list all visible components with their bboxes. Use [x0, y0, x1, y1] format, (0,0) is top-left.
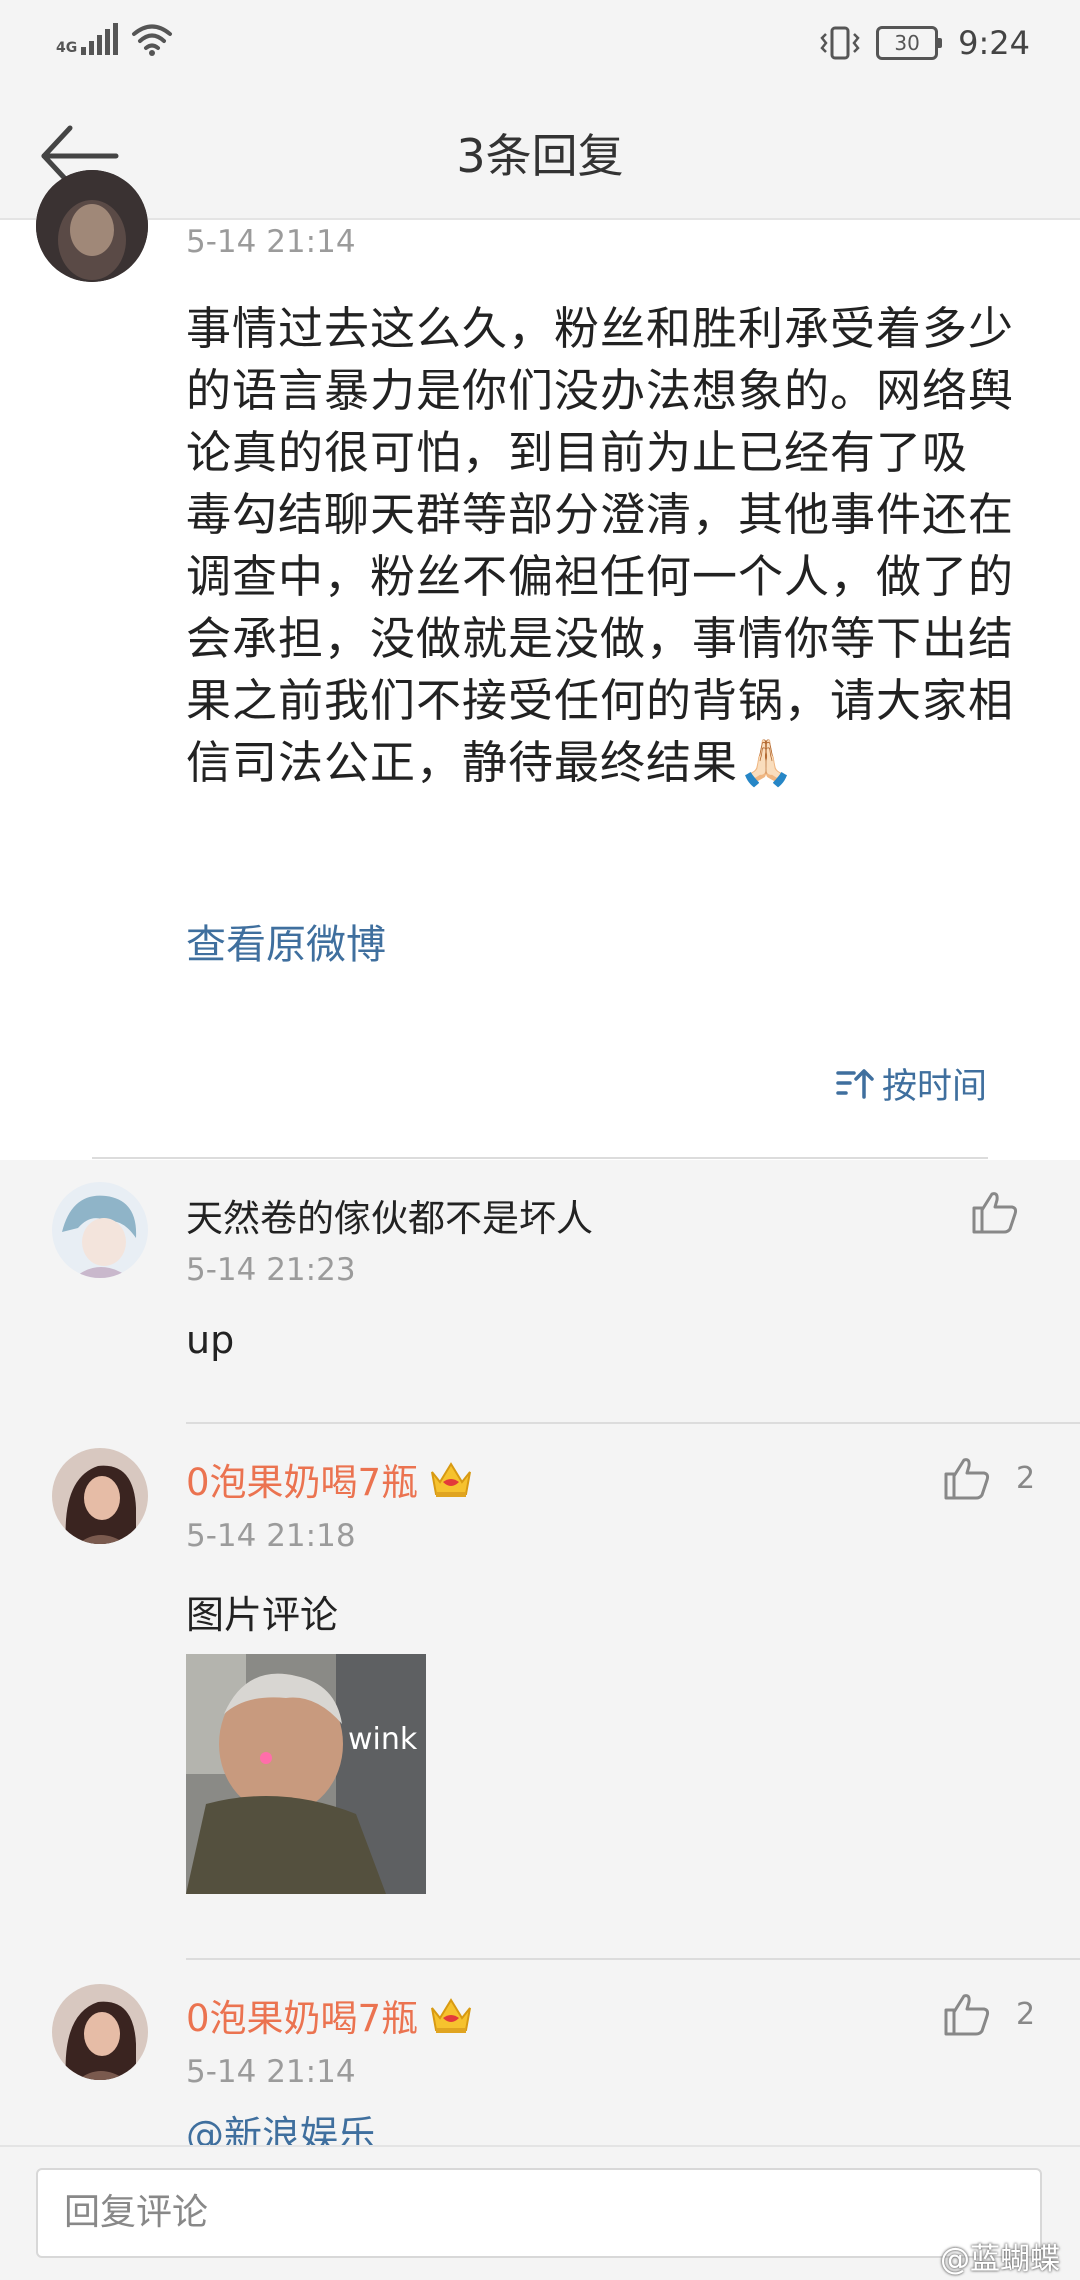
comment-image[interactable]: wink	[186, 1654, 426, 1894]
comment-text: 事情过去这么久，粉丝和胜利承受着多少的语言暴力是你们没办法想象的。网络舆论真的很…	[186, 302, 1015, 789]
comment-time: 5-14 21:14	[186, 224, 356, 260]
battery-icon: 30	[876, 26, 943, 60]
like-button[interactable]: 2	[944, 1992, 1035, 2036]
wifi-icon	[132, 24, 173, 56]
reply-time: 5-14 21:14	[186, 2054, 356, 2090]
avatar[interactable]	[36, 170, 148, 282]
reply-time: 5-14 21:23	[186, 1252, 356, 1288]
reply-text: up	[186, 1318, 235, 1362]
reply-comment-input[interactable]: 回复评论	[36, 2168, 1042, 2258]
reply-text: 图片评论	[186, 1593, 339, 1637]
reply-username[interactable]: 天然卷的傢伙都不是坏人	[186, 1188, 593, 1242]
divider	[186, 1422, 1080, 1424]
avatar[interactable]	[52, 1448, 148, 1544]
sort-icon	[836, 1068, 874, 1099]
divider	[92, 1157, 988, 1159]
battery-level: 30	[876, 26, 939, 60]
reply-username[interactable]: 0泡果奶喝7瓶	[186, 1452, 418, 1506]
app-header: 3条回复	[0, 92, 1080, 220]
network-type: 4G	[56, 40, 78, 56]
clock: 9:24	[958, 24, 1030, 62]
sort-by-time-button[interactable]: 按时间	[836, 1058, 987, 1109]
avatar[interactable]	[52, 1984, 148, 2080]
thumbs-up-icon	[944, 1458, 990, 1500]
status-bar: 4G 30 9:24	[0, 0, 1080, 92]
reply-username[interactable]: 0泡果奶喝7瓶	[186, 1988, 418, 2042]
view-original-link[interactable]: 查看原微博	[186, 912, 386, 970]
reply-user-row: 0泡果奶喝7瓶	[186, 1988, 474, 2042]
like-button[interactable]	[972, 1190, 1018, 1234]
crown-vip-icon	[431, 1462, 472, 1497]
like-count: 2	[1016, 1460, 1036, 1496]
like-count: 2	[1016, 1996, 1036, 2032]
reply-user-row: 0泡果奶喝7瓶	[186, 1452, 474, 1506]
avatar[interactable]	[52, 1182, 148, 1278]
watermark: @蓝蝴蝶	[940, 2242, 1060, 2277]
status-right: 30 9:24	[820, 24, 1030, 62]
page-title: 3条回复	[456, 129, 624, 183]
thumbs-up-icon	[944, 1994, 990, 2036]
status-left: 4G	[56, 22, 173, 56]
reply-time: 5-14 21:18	[186, 1518, 356, 1554]
image-caption: wink	[348, 1722, 418, 1757]
divider	[186, 1958, 1080, 1960]
reply-mention-link[interactable]: @新浪娱乐	[186, 2110, 786, 2145]
thumbs-up-icon	[972, 1192, 1018, 1234]
sort-label: 按时间	[882, 1067, 988, 1107]
vibrate-icon	[820, 26, 860, 60]
like-button[interactable]: 2	[944, 1456, 1035, 1500]
signal-icon: 4G	[56, 23, 119, 55]
reply-text-clip: @新浪娱乐	[186, 2110, 786, 2145]
crown-vip-icon	[431, 1998, 472, 2033]
